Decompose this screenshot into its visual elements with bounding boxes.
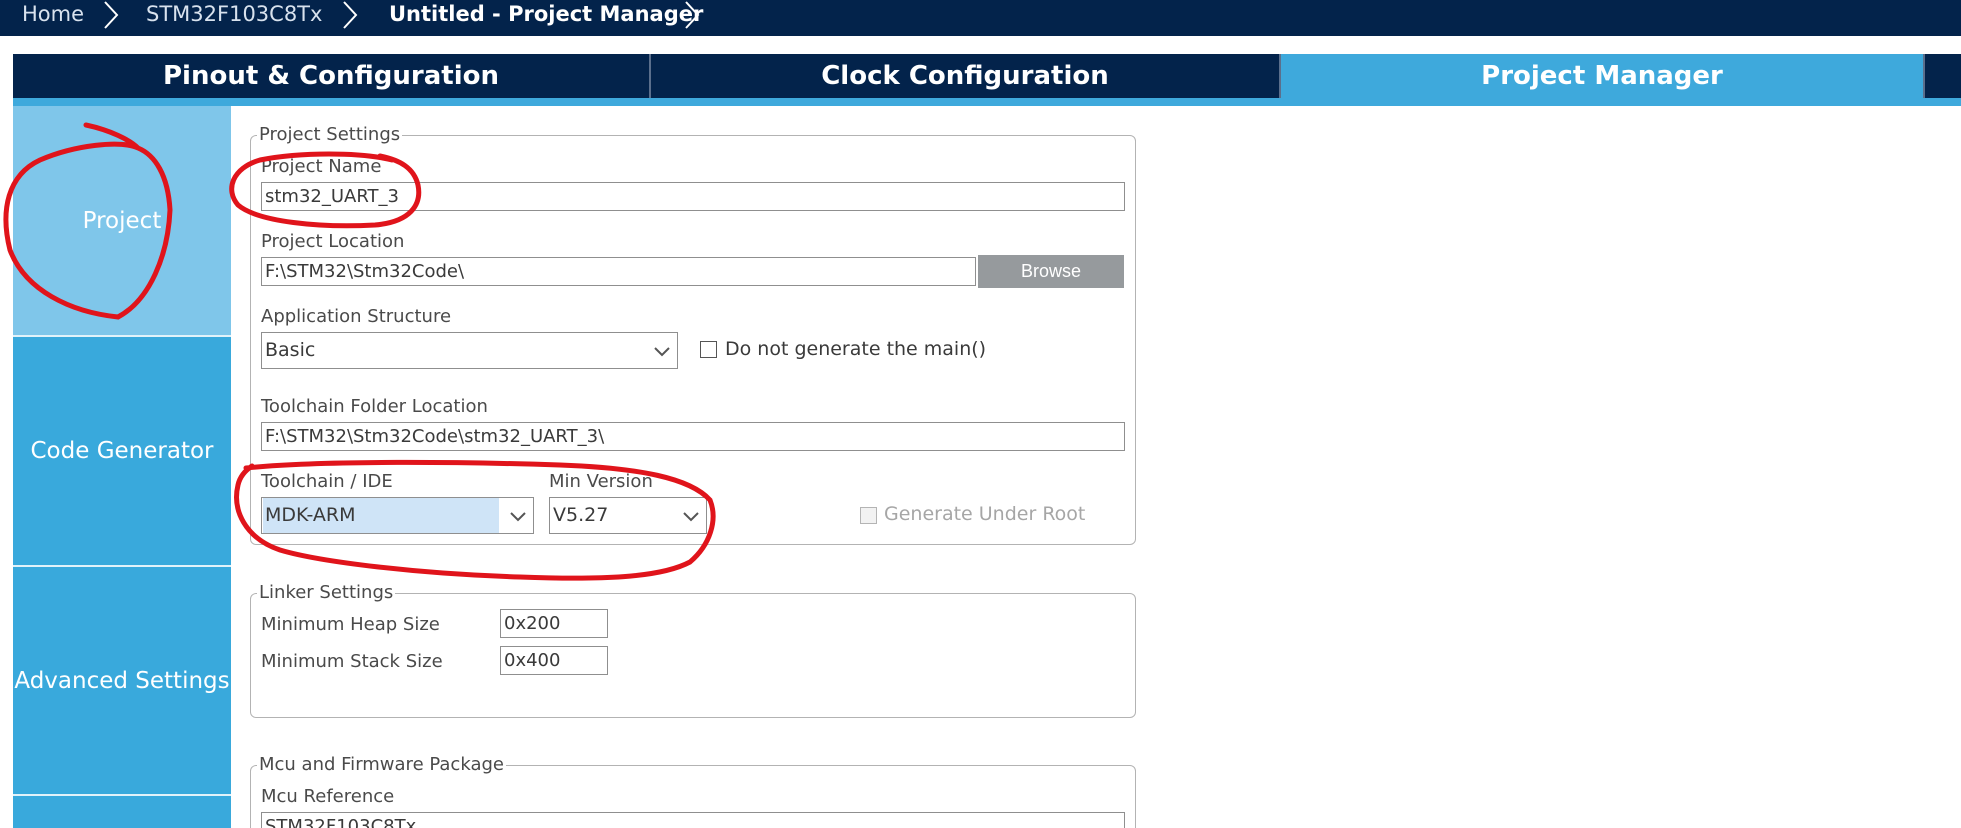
breadcrumb-device[interactable]: STM32F103C8Tx	[146, 0, 322, 28]
mcu-reference-input[interactable]	[261, 812, 1125, 828]
do-not-generate-main-checkbox[interactable]	[700, 341, 717, 358]
chevron-right-icon	[343, 1, 358, 29]
application-structure-label: Application Structure	[261, 306, 452, 327]
min-heap-size-label: Minimum Heap Size	[261, 614, 440, 635]
breadcrumb: Home STM32F103C8Tx Untitled - Project Ma…	[0, 0, 1961, 36]
project-name-input[interactable]	[261, 182, 1125, 211]
tab-pinout-configuration[interactable]: Pinout & Configuration	[13, 54, 649, 98]
breadcrumb-home[interactable]: Home	[22, 0, 84, 28]
toolchain-folder-input[interactable]	[261, 422, 1125, 451]
browse-button[interactable]: Browse	[978, 255, 1124, 288]
tab-project-manager[interactable]: Project Manager	[1281, 54, 1923, 98]
linker-settings-legend: Linker Settings	[257, 582, 396, 603]
toolchain-ide-select[interactable]: MDK-ARM	[261, 497, 534, 534]
min-version-label: Min Version	[549, 471, 653, 492]
sidebar-item-project[interactable]: Project	[13, 106, 231, 335]
application-structure-select[interactable]: Basic	[261, 332, 678, 369]
sidebar-item-code-generator[interactable]: Code Generator	[13, 337, 231, 565]
project-name-label: Project Name	[261, 156, 382, 177]
sidebar-item-more[interactable]	[13, 796, 231, 828]
mcu-firmware-package-group: Mcu and Firmware Package Mcu Reference	[250, 754, 1136, 828]
toolchain-ide-label: Toolchain / IDE	[261, 471, 393, 492]
min-heap-size-input[interactable]	[500, 609, 608, 638]
min-version-select[interactable]: V5.27	[549, 497, 707, 534]
min-stack-size-label: Minimum Stack Size	[261, 651, 443, 672]
chevron-right-icon	[104, 1, 119, 29]
tab-underline	[13, 98, 1961, 106]
project-location-input[interactable]	[261, 257, 976, 286]
chevron-down-icon	[683, 512, 699, 522]
breadcrumb-current[interactable]: Untitled - Project Manager	[389, 0, 703, 28]
sidebar-item-advanced-settings[interactable]: Advanced Settings	[13, 567, 231, 794]
mcu-firmware-package-legend: Mcu and Firmware Package	[257, 754, 506, 775]
project-location-label: Project Location	[261, 231, 405, 252]
chevron-down-icon	[510, 512, 526, 522]
mcu-reference-label: Mcu Reference	[261, 786, 395, 807]
tab-divider	[1923, 54, 1925, 98]
tab-clock-configuration[interactable]: Clock Configuration	[651, 54, 1279, 98]
project-settings-group: Project Settings Project Name Project Lo…	[250, 124, 1136, 545]
project-settings-legend: Project Settings	[257, 124, 403, 145]
min-stack-size-input[interactable]	[500, 646, 608, 675]
linker-settings-group: Linker Settings Minimum Heap Size Minimu…	[250, 582, 1136, 718]
min-version-value: V5.27	[553, 504, 609, 526]
project-manager-sidebar: Project Code Generator Advanced Settings	[13, 106, 231, 828]
do-not-generate-main-label: Do not generate the main()	[725, 338, 987, 360]
chevron-down-icon	[654, 347, 670, 357]
toolchain-ide-value: MDK-ARM	[263, 498, 499, 533]
main-tab-bar: Pinout & Configuration Clock Configurati…	[13, 54, 1961, 98]
application-structure-value: Basic	[265, 339, 316, 361]
chevron-right-icon	[685, 1, 700, 29]
toolchain-folder-label: Toolchain Folder Location	[261, 396, 488, 417]
generate-under-root-label: Generate Under Root	[884, 503, 1086, 525]
generate-under-root-checkbox[interactable]	[860, 507, 877, 524]
